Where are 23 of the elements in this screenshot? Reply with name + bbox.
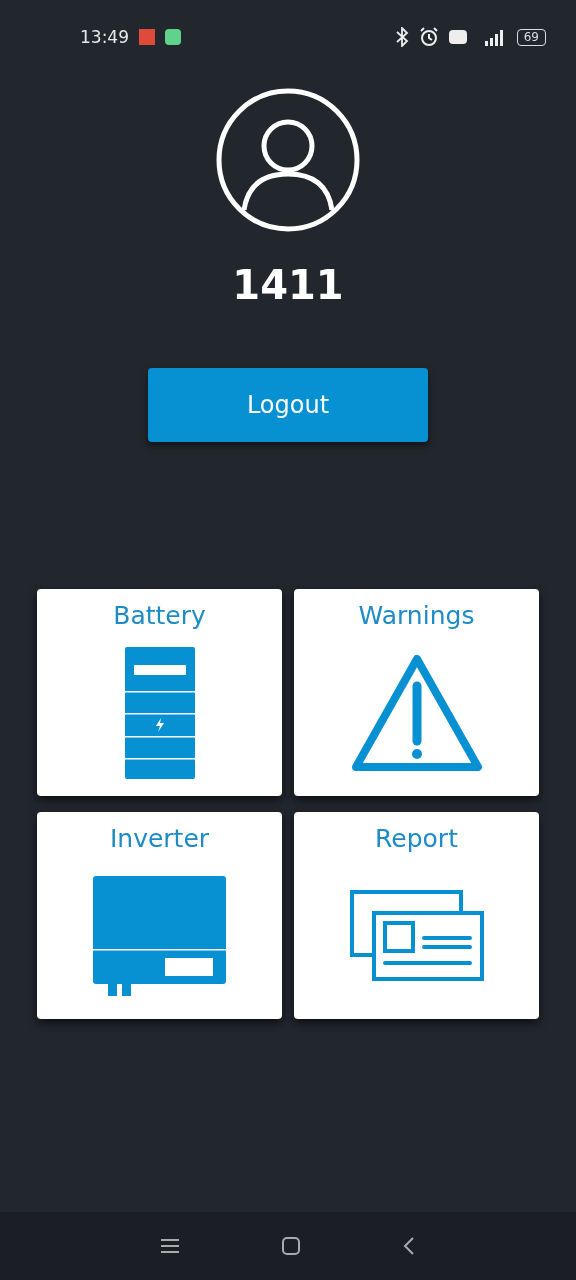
inverter-icon (92, 876, 227, 996)
tile-label: Inverter (109, 824, 210, 853)
bluetooth-icon (394, 27, 409, 47)
back-icon[interactable] (402, 1237, 415, 1255)
battery-cabinet-icon (124, 647, 195, 779)
id-cards-icon (349, 890, 484, 982)
tile-label: Report (375, 824, 458, 853)
battery-level: 69 (516, 28, 546, 46)
tile-label: Battery (113, 601, 206, 630)
alarm-clock-icon (418, 27, 439, 47)
menu-icon[interactable] (161, 1239, 180, 1253)
tile-label: Warnings (358, 601, 475, 630)
user-avatar-icon (216, 88, 360, 232)
notification-icon (165, 29, 181, 45)
clock-time: 13:49 (80, 27, 129, 47)
menu-tile[interactable]: Report (294, 812, 539, 1019)
notification-icon (139, 29, 155, 45)
user-name: 1411 (232, 262, 344, 308)
menu-tile[interactable]: Inverter (37, 812, 282, 1019)
logout-button[interactable]: Logout (148, 368, 428, 442)
menu-tile[interactable]: Warnings (294, 589, 539, 796)
home-icon[interactable] (282, 1237, 300, 1255)
menu-tile[interactable]: Battery (37, 589, 282, 796)
